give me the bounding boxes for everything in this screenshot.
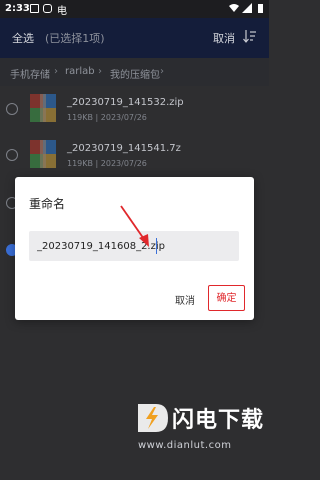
file-meta: 119KB | 2023/07/26: [67, 113, 147, 122]
selected-count: (已选择1项): [45, 32, 105, 45]
select-all-button[interactable]: 全选: [12, 30, 34, 46]
chevron-right-icon: ›: [98, 66, 102, 77]
archive-file-icon: [30, 140, 56, 168]
cancel-selection-button[interactable]: 取消: [213, 30, 235, 46]
file-row[interactable]: _20230719_141532.zip 119KB | 2023/07/26: [0, 86, 269, 132]
sort-icon[interactable]: [243, 29, 257, 43]
rename-dialog: 重命名 取消 确定: [15, 177, 254, 320]
navigation-bar: [0, 464, 269, 480]
file-name: _20230719_141532.zip: [67, 97, 184, 108]
breadcrumb-item-rarlab[interactable]: rarlab: [65, 66, 95, 77]
watermark-brand: 闪电下载: [172, 408, 265, 433]
dialog-title: 重命名: [29, 197, 66, 211]
file-row[interactable]: _20230719_141541.7z 119KB | 2023/07/26: [0, 132, 269, 178]
wifi-icon: [229, 4, 239, 12]
chevron-right-icon: ›: [54, 66, 58, 77]
notification-app-icon: 电: [57, 6, 67, 17]
app-bar: 全选 (已选择1项) 取消: [0, 18, 269, 58]
breadcrumb-item-archives[interactable]: 我的压缩包: [110, 66, 160, 81]
file-checkbox[interactable]: [6, 149, 18, 161]
text-caret: [156, 238, 157, 254]
file-meta: 119KB | 2023/07/26: [67, 159, 147, 168]
archive-file-icon: [30, 94, 56, 122]
file-name: _20230719_141541.7z: [67, 143, 181, 154]
dialog-confirm-button[interactable]: 确定: [208, 285, 245, 311]
breadcrumb: 手机存储 › rarlab › 我的压缩包 ›: [0, 58, 269, 86]
watermark-logo-icon: [138, 404, 168, 432]
dialog-cancel-button[interactable]: 取消: [175, 292, 195, 307]
notification-gamepad-icon: [43, 4, 52, 13]
annotation-arrow-icon: [120, 205, 149, 247]
chevron-right-icon: ›: [160, 66, 164, 77]
watermark-url: www.dianlut.com: [138, 440, 232, 451]
breadcrumb-item-storage[interactable]: 手机存储: [10, 66, 50, 81]
battery-icon: [258, 4, 263, 13]
watermark: 闪电下载 www.dianlut.com: [128, 398, 268, 462]
status-bar: 2:33 电: [0, 0, 269, 18]
signal-icon: [242, 3, 252, 13]
notification-a-icon: [30, 4, 39, 13]
file-checkbox[interactable]: [6, 103, 18, 115]
status-time: 2:33: [5, 3, 30, 14]
